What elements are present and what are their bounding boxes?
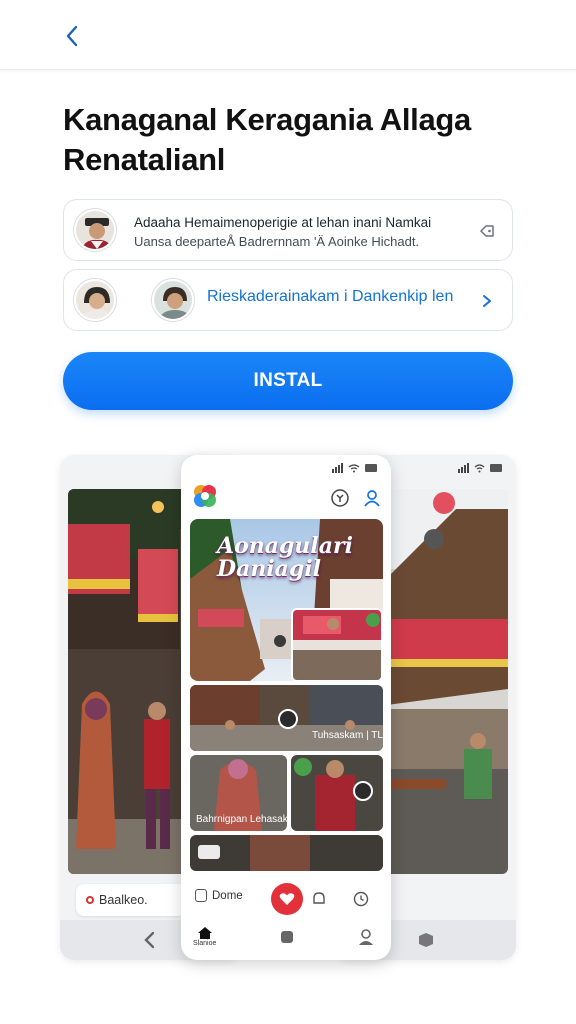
page-title: Kanaganal Keragania Allaga Renatalianl <box>63 102 471 177</box>
back-button[interactable] <box>56 20 88 52</box>
tile-caption: Tuhsaskam | TLiÄh <box>312 730 383 741</box>
play-icon[interactable] <box>278 709 298 729</box>
nav-home-label: Slanioe <box>193 940 217 947</box>
chevron-left-icon <box>66 25 78 47</box>
action-bar: Dome <box>181 883 391 923</box>
gallery-tile[interactable]: Bahrnigpan Lehasaki. <box>190 755 287 831</box>
favorite-button[interactable] <box>271 883 303 915</box>
home-icon <box>197 927 212 939</box>
nav-home[interactable]: Slanioe <box>193 926 216 947</box>
account-icon[interactable] <box>357 928 375 946</box>
battery-icon <box>365 464 377 472</box>
bookmark-icon[interactable] <box>279 929 295 945</box>
filter-icon[interactable] <box>329 487 351 509</box>
wifi-icon <box>348 463 360 472</box>
avatar <box>152 279 194 321</box>
profile-icon[interactable] <box>361 487 383 509</box>
wifi-icon <box>474 463 485 472</box>
page-icon <box>195 889 207 902</box>
gallery-tile[interactable]: Tuhsaskam | TLiÄh <box>190 685 383 751</box>
card-line-2: Uansa deeparteÅ Badrernnam 'Ä Aoinke Hic… <box>134 234 420 249</box>
top-bar <box>0 0 576 70</box>
app-logo-icon <box>194 485 216 507</box>
avatar <box>74 279 116 321</box>
card-description: Adaaha Hemaimenoperigie at lehan inani N… <box>134 213 474 251</box>
domes-label: Dome <box>212 889 243 902</box>
card-line-1: Adaaha Hemaimenoperigie at lehan inani N… <box>134 215 432 230</box>
card-link[interactable]: Rieskaderainakam i Dankenkip len <box>207 288 453 306</box>
heart-icon <box>279 893 295 905</box>
edit-icon[interactable] <box>353 781 373 801</box>
link-card[interactable]: Rieskaderainakam i Dankenkip len <box>63 269 513 331</box>
clock-icon[interactable] <box>353 891 369 907</box>
signal-icon <box>458 463 469 473</box>
install-button[interactable]: INSTAL <box>63 352 513 410</box>
search-text: Baalkeo. <box>99 893 148 907</box>
avatar <box>74 209 116 251</box>
screenshot-preview: Baalkeo. Aonagulari Daniagil Tuhsaskam |… <box>60 455 516 960</box>
battery-icon <box>490 464 502 472</box>
inset-thumbnail[interactable] <box>291 608 383 682</box>
domes-button[interactable]: Dome <box>195 889 243 902</box>
status-bar <box>458 463 502 473</box>
tile-caption: Bahrnigpan Lehasaki. <box>196 814 287 825</box>
preview-center-phone: Aonagulari Daniagil Tuhsaskam | TL Bahrn… <box>181 455 391 960</box>
status-bar <box>332 463 377 473</box>
chevron-right-icon[interactable] <box>476 290 498 312</box>
signal-icon <box>332 463 343 473</box>
info-card[interactable]: Adaaha Hemaimenoperigie at lehan inani N… <box>63 199 513 261</box>
tag-icon[interactable] <box>476 220 498 242</box>
hero-title: Aonagulari Daniagil <box>217 533 353 582</box>
back-nav-icon[interactable] <box>143 931 157 949</box>
bottom-nav: Slanioe <box>181 924 391 960</box>
cube-icon[interactable] <box>418 932 434 948</box>
gallery-tile[interactable] <box>291 755 383 831</box>
bell-icon[interactable] <box>311 891 327 907</box>
gallery-tile[interactable] <box>190 835 383 871</box>
search-bar[interactable]: Baalkeo. <box>76 884 186 916</box>
record-icon <box>86 896 94 904</box>
